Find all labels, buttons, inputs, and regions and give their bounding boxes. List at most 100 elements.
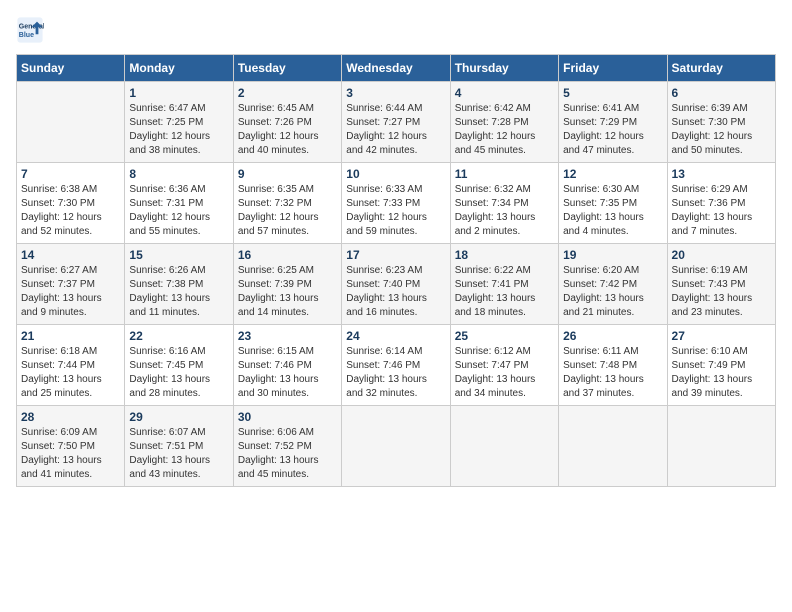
calendar-cell: 21 Sunrise: 6:18 AM Sunset: 7:44 PM Dayli…	[17, 325, 125, 406]
week-row-1: 7 Sunrise: 6:38 AM Sunset: 7:30 PM Daylig…	[17, 163, 776, 244]
day-number: 16	[238, 248, 337, 262]
day-number: 26	[563, 329, 662, 343]
day-number: 5	[563, 86, 662, 100]
calendar-cell	[450, 406, 558, 487]
day-number: 18	[455, 248, 554, 262]
calendar-cell: 2 Sunrise: 6:45 AM Sunset: 7:26 PM Daylig…	[233, 82, 341, 163]
cell-content: Sunrise: 6:15 AM Sunset: 7:46 PM Dayligh…	[238, 345, 337, 401]
day-number: 14	[21, 248, 120, 262]
calendar-cell: 10 Sunrise: 6:33 AM Sunset: 7:33 PM Dayli…	[342, 163, 450, 244]
day-number: 20	[672, 248, 771, 262]
day-number: 6	[672, 86, 771, 100]
calendar-table: SundayMondayTuesdayWednesdayThursdayFrid…	[16, 54, 776, 487]
cell-content: Sunrise: 6:11 AM Sunset: 7:48 PM Dayligh…	[563, 345, 662, 401]
calendar-cell: 1Sunrise: 6:47 AM Sunset: 7:25 PM Daylig…	[125, 82, 233, 163]
calendar-cell: 22 Sunrise: 6:16 AM Sunset: 7:45 PM Dayli…	[125, 325, 233, 406]
day-number: 30	[238, 410, 337, 424]
cell-content: Sunrise: 6:19 AM Sunset: 7:43 PM Dayligh…	[672, 264, 771, 320]
cell-content: Sunrise: 6:07 AM Sunset: 7:51 PM Dayligh…	[129, 426, 228, 482]
cell-content: Sunrise: 6:06 AM Sunset: 7:52 PM Dayligh…	[238, 426, 337, 482]
day-number: 11	[455, 167, 554, 181]
calendar-cell: 29 Sunrise: 6:07 AM Sunset: 7:51 PM Dayli…	[125, 406, 233, 487]
calendar-cell: 16 Sunrise: 6:25 AM Sunset: 7:39 PM Dayli…	[233, 244, 341, 325]
cell-content: Sunrise: 6:16 AM Sunset: 7:45 PM Dayligh…	[129, 345, 228, 401]
header-cell-thursday: Thursday	[450, 55, 558, 82]
week-row-4: 28 Sunrise: 6:09 AM Sunset: 7:50 PM Dayli…	[17, 406, 776, 487]
cell-content: Sunrise: 6:35 AM Sunset: 7:32 PM Dayligh…	[238, 183, 337, 239]
day-number: 22	[129, 329, 228, 343]
calendar-cell: 13Sunrise: 6:29 AM Sunset: 7:36 PM Dayli…	[667, 163, 775, 244]
calendar-cell: 28 Sunrise: 6:09 AM Sunset: 7:50 PM Dayli…	[17, 406, 125, 487]
day-number: 28	[21, 410, 120, 424]
calendar-cell	[667, 406, 775, 487]
calendar-cell: 25Sunrise: 6:12 AM Sunset: 7:47 PM Dayli…	[450, 325, 558, 406]
header-cell-monday: Monday	[125, 55, 233, 82]
calendar-body: 1Sunrise: 6:47 AM Sunset: 7:25 PM Daylig…	[17, 82, 776, 487]
day-number: 4	[455, 86, 554, 100]
cell-content: Sunrise: 6:41 AM Sunset: 7:29 PM Dayligh…	[563, 102, 662, 158]
header-cell-sunday: Sunday	[17, 55, 125, 82]
day-number: 2	[238, 86, 337, 100]
calendar-cell: 11Sunrise: 6:32 AM Sunset: 7:34 PM Dayli…	[450, 163, 558, 244]
cell-content: Sunrise: 6:36 AM Sunset: 7:31 PM Dayligh…	[129, 183, 228, 239]
logo: General Blue	[16, 16, 48, 44]
calendar-cell: 4 Sunrise: 6:42 AM Sunset: 7:28 PM Daylig…	[450, 82, 558, 163]
cell-content: Sunrise: 6:26 AM Sunset: 7:38 PM Dayligh…	[129, 264, 228, 320]
calendar-cell: 30 Sunrise: 6:06 AM Sunset: 7:52 PM Dayli…	[233, 406, 341, 487]
cell-content: Sunrise: 6:25 AM Sunset: 7:39 PM Dayligh…	[238, 264, 337, 320]
day-number: 15	[129, 248, 228, 262]
calendar-cell: 15 Sunrise: 6:26 AM Sunset: 7:38 PM Dayli…	[125, 244, 233, 325]
calendar-cell: 6 Sunrise: 6:39 AM Sunset: 7:30 PM Daylig…	[667, 82, 775, 163]
cell-content: Sunrise: 6:18 AM Sunset: 7:44 PM Dayligh…	[21, 345, 120, 401]
day-number: 1	[129, 86, 228, 100]
calendar-cell: 18 Sunrise: 6:22 AM Sunset: 7:41 PM Dayli…	[450, 244, 558, 325]
cell-content: Sunrise: 6:12 AM Sunset: 7:47 PM Dayligh…	[455, 345, 554, 401]
header-cell-wednesday: Wednesday	[342, 55, 450, 82]
calendar-cell: 3Sunrise: 6:44 AM Sunset: 7:27 PM Daylig…	[342, 82, 450, 163]
header: General Blue	[16, 16, 776, 44]
day-number: 8	[129, 167, 228, 181]
day-number: 21	[21, 329, 120, 343]
cell-content: Sunrise: 6:09 AM Sunset: 7:50 PM Dayligh…	[21, 426, 120, 482]
calendar-header: SundayMondayTuesdayWednesdayThursdayFrid…	[17, 55, 776, 82]
cell-content: Sunrise: 6:22 AM Sunset: 7:41 PM Dayligh…	[455, 264, 554, 320]
cell-content: Sunrise: 6:29 AM Sunset: 7:36 PM Dayligh…	[672, 183, 771, 239]
calendar-cell: 19Sunrise: 6:20 AM Sunset: 7:42 PM Dayli…	[559, 244, 667, 325]
cell-content: Sunrise: 6:14 AM Sunset: 7:46 PM Dayligh…	[346, 345, 445, 401]
calendar-cell	[17, 82, 125, 163]
day-number: 29	[129, 410, 228, 424]
cell-content: Sunrise: 6:45 AM Sunset: 7:26 PM Dayligh…	[238, 102, 337, 158]
header-row: SundayMondayTuesdayWednesdayThursdayFrid…	[17, 55, 776, 82]
calendar-cell: 17 Sunrise: 6:23 AM Sunset: 7:40 PM Dayli…	[342, 244, 450, 325]
day-number: 7	[21, 167, 120, 181]
logo-icon: General Blue	[16, 16, 44, 44]
calendar-cell: 20 Sunrise: 6:19 AM Sunset: 7:43 PM Dayli…	[667, 244, 775, 325]
calendar-cell: 5 Sunrise: 6:41 AM Sunset: 7:29 PM Daylig…	[559, 82, 667, 163]
calendar-cell: 14 Sunrise: 6:27 AM Sunset: 7:37 PM Dayli…	[17, 244, 125, 325]
day-number: 10	[346, 167, 445, 181]
calendar-cell: 23Sunrise: 6:15 AM Sunset: 7:46 PM Dayli…	[233, 325, 341, 406]
calendar-cell	[342, 406, 450, 487]
cell-content: Sunrise: 6:27 AM Sunset: 7:37 PM Dayligh…	[21, 264, 120, 320]
calendar-cell: 24 Sunrise: 6:14 AM Sunset: 7:46 PM Dayli…	[342, 325, 450, 406]
day-number: 3	[346, 86, 445, 100]
svg-text:Blue: Blue	[19, 32, 34, 39]
cell-content: Sunrise: 6:39 AM Sunset: 7:30 PM Dayligh…	[672, 102, 771, 158]
cell-content: Sunrise: 6:23 AM Sunset: 7:40 PM Dayligh…	[346, 264, 445, 320]
week-row-0: 1Sunrise: 6:47 AM Sunset: 7:25 PM Daylig…	[17, 82, 776, 163]
day-number: 12	[563, 167, 662, 181]
cell-content: Sunrise: 6:38 AM Sunset: 7:30 PM Dayligh…	[21, 183, 120, 239]
cell-content: Sunrise: 6:42 AM Sunset: 7:28 PM Dayligh…	[455, 102, 554, 158]
cell-content: Sunrise: 6:33 AM Sunset: 7:33 PM Dayligh…	[346, 183, 445, 239]
cell-content: Sunrise: 6:10 AM Sunset: 7:49 PM Dayligh…	[672, 345, 771, 401]
day-number: 27	[672, 329, 771, 343]
calendar-cell: 7 Sunrise: 6:38 AM Sunset: 7:30 PM Daylig…	[17, 163, 125, 244]
calendar-cell: 27 Sunrise: 6:10 AM Sunset: 7:49 PM Dayli…	[667, 325, 775, 406]
cell-content: Sunrise: 6:20 AM Sunset: 7:42 PM Dayligh…	[563, 264, 662, 320]
week-row-2: 14 Sunrise: 6:27 AM Sunset: 7:37 PM Dayli…	[17, 244, 776, 325]
header-cell-saturday: Saturday	[667, 55, 775, 82]
day-number: 9	[238, 167, 337, 181]
week-row-3: 21 Sunrise: 6:18 AM Sunset: 7:44 PM Dayli…	[17, 325, 776, 406]
day-number: 24	[346, 329, 445, 343]
day-number: 17	[346, 248, 445, 262]
